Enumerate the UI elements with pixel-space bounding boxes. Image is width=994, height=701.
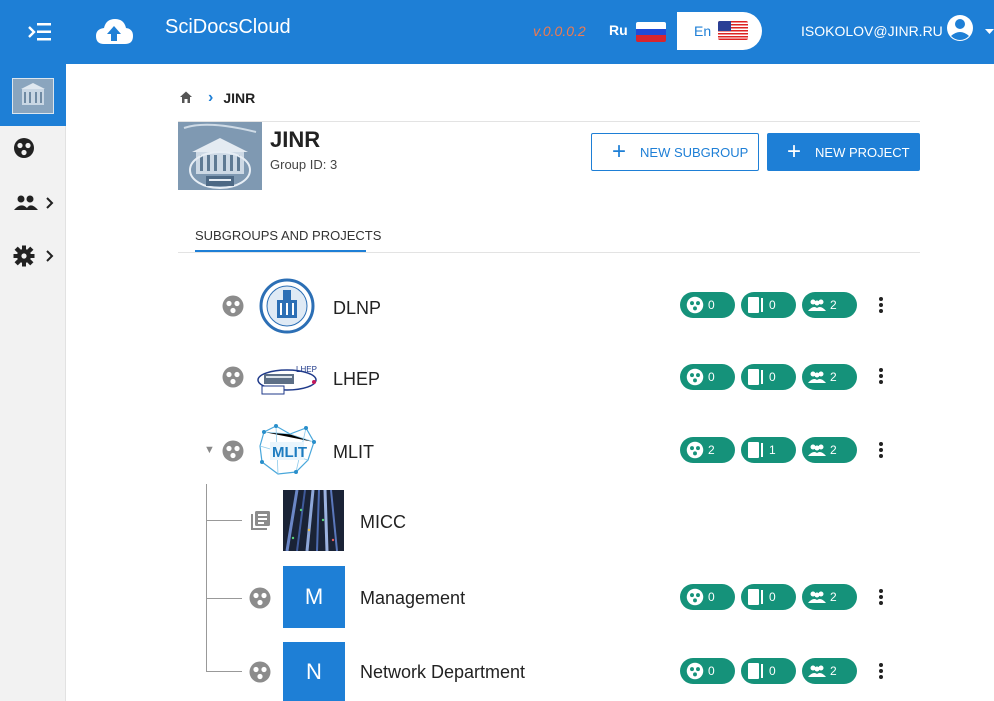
row-name[interactable]: MLIT <box>333 442 374 463</box>
russia-flag-icon[interactable] <box>636 22 666 42</box>
plus-icon: + <box>787 138 802 165</box>
group-letter-avatar: N <box>283 642 345 701</box>
group-nodes-icon <box>222 295 244 317</box>
group-nodes-icon <box>686 368 704 386</box>
home-icon[interactable] <box>178 89 196 107</box>
group-id-label: Group ID: 3 <box>270 157 338 172</box>
sidebar-item-users[interactable] <box>12 191 62 219</box>
people-icon <box>808 662 826 680</box>
projects-count-badge[interactable]: 1 <box>741 437 796 463</box>
projects-count-badge[interactable]: 0 <box>741 658 796 684</box>
group-logo-thumbnail <box>12 78 54 114</box>
group-nodes-icon <box>14 138 34 158</box>
svg-text:MLIT: MLIT <box>272 444 307 461</box>
projects-count-badge[interactable]: 0 <box>741 292 796 318</box>
people-icon <box>808 368 826 386</box>
breadcrumb: › JINR <box>178 88 255 108</box>
group-logo-image <box>178 122 262 190</box>
breadcrumb-item-jinr[interactable]: JINR <box>223 90 255 106</box>
list-item[interactable]: DLNP 0 0 2 <box>0 278 994 334</box>
group-nodes-icon <box>249 661 271 683</box>
header-divider <box>178 121 920 122</box>
book-icon <box>747 441 765 459</box>
people-icon <box>14 195 54 210</box>
mlit-logo: MLIT <box>256 422 318 478</box>
people-icon <box>808 588 826 606</box>
library-books-icon <box>251 511 270 530</box>
subgroups-count-badge[interactable]: 0 <box>680 364 735 390</box>
more-options-icon[interactable] <box>877 661 885 683</box>
more-options-icon[interactable] <box>877 295 885 317</box>
row-name[interactable]: DLNP <box>333 298 381 319</box>
book-icon <box>747 296 765 314</box>
tab-subgroups-and-projects[interactable]: SUBGROUPS AND PROJECTS <box>195 228 381 243</box>
subgroups-count-badge[interactable]: 0 <box>680 584 735 610</box>
new-project-button[interactable]: + NEW PROJECT <box>767 133 920 171</box>
group-nodes-icon <box>686 662 704 680</box>
subgroups-count-badge[interactable]: 2 <box>680 437 735 463</box>
book-icon <box>747 662 765 680</box>
language-en-toggle[interactable]: En <box>677 12 762 50</box>
user-email[interactable]: ISOKOLOV@JINR.RU <box>801 23 943 39</box>
subgroups-count-badge[interactable]: 0 <box>680 658 735 684</box>
group-nodes-icon <box>686 441 704 459</box>
sidebar-item-settings[interactable] <box>12 244 62 272</box>
row-name[interactable]: MICC <box>360 512 406 533</box>
svg-text:LHEP: LHEP <box>296 365 317 374</box>
account-circle-icon[interactable] <box>945 13 994 49</box>
list-item[interactable]: MICC <box>0 490 994 551</box>
members-count-badge[interactable]: 2 <box>802 658 857 684</box>
list-item[interactable]: ▼ MLIT MLIT 2 1 2 <box>0 422 994 478</box>
usa-flag-icon <box>718 21 748 40</box>
menu-toggle-icon[interactable] <box>28 21 52 43</box>
app-version: v.0.0.0.2 <box>533 23 586 39</box>
people-icon <box>808 441 826 459</box>
language-en-label: En <box>694 23 712 39</box>
projects-count-badge[interactable]: 0 <box>741 364 796 390</box>
more-options-icon[interactable] <box>877 366 885 388</box>
list-item[interactable]: M Management 0 0 2 <box>0 566 994 628</box>
group-nodes-icon <box>222 366 244 388</box>
sidebar-item-group[interactable] <box>0 64 66 126</box>
group-nodes-icon <box>686 296 704 314</box>
row-name[interactable]: Network Department <box>360 662 525 683</box>
members-count-badge[interactable]: 2 <box>802 292 857 318</box>
new-subgroup-label: NEW SUBGROUP <box>640 144 749 160</box>
group-nodes-icon <box>249 587 271 609</box>
subgroups-count-badge[interactable]: 0 <box>680 292 735 318</box>
row-name[interactable]: LHEP <box>333 369 380 390</box>
group-letter-avatar: M <box>283 566 345 628</box>
dlnp-logo <box>258 278 316 334</box>
group-nodes-icon <box>222 440 244 462</box>
projects-count-badge[interactable]: 0 <box>741 584 796 610</box>
group-nodes-icon <box>686 588 704 606</box>
members-count-badge[interactable]: 2 <box>802 364 857 390</box>
new-project-label: NEW PROJECT <box>815 144 910 160</box>
members-count-badge[interactable]: 2 <box>802 437 857 463</box>
tabs-divider <box>178 252 920 253</box>
group-title: JINR <box>270 127 321 152</box>
book-icon <box>747 588 765 606</box>
top-app-bar: SciDocsCloud v.0.0.0.2 Ru En ISOKOLOV@JI… <box>0 0 994 64</box>
expand-caret-icon[interactable]: ▼ <box>204 444 215 456</box>
lhep-logo: LHEP <box>256 358 318 398</box>
cloud-upload-icon <box>94 14 134 50</box>
micc-project-image <box>283 490 344 551</box>
book-icon <box>747 368 765 386</box>
new-subgroup-button[interactable]: + NEW SUBGROUP <box>591 133 759 171</box>
language-ru-label[interactable]: Ru <box>609 22 628 38</box>
more-options-icon[interactable] <box>877 587 885 609</box>
plus-icon: + <box>612 138 627 165</box>
breadcrumb-separator-icon: › <box>208 89 214 106</box>
app-title[interactable]: SciDocsCloud <box>165 16 291 39</box>
gear-icon <box>13 245 54 267</box>
row-name[interactable]: Management <box>360 588 465 609</box>
members-count-badge[interactable]: 2 <box>802 584 857 610</box>
list-item[interactable]: N Network Department 0 0 2 <box>0 642 994 701</box>
more-options-icon[interactable] <box>877 440 885 462</box>
list-item[interactable]: LHEP LHEP 0 0 2 <box>0 350 994 406</box>
people-icon <box>808 296 826 314</box>
sidebar-item-groups[interactable] <box>12 136 62 164</box>
